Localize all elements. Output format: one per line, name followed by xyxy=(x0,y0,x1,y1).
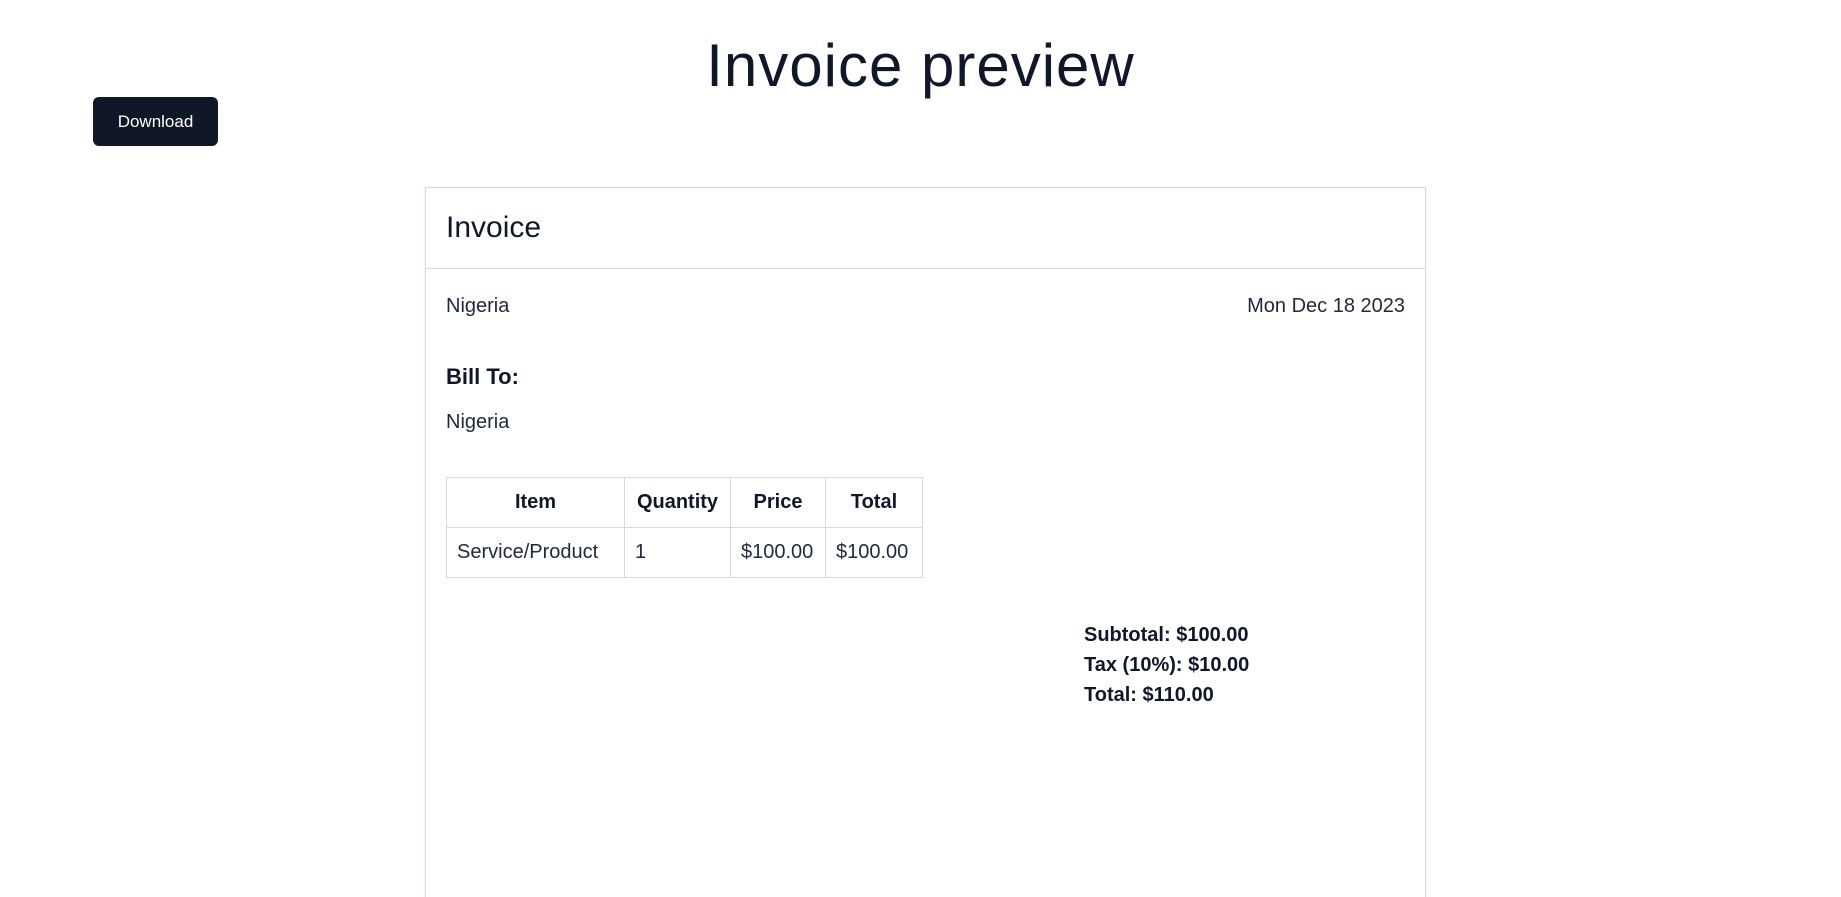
cell-quantity: 1 xyxy=(624,527,731,578)
cell-price: $100.00 xyxy=(730,527,826,578)
subtotal-line: Subtotal: $100.00 xyxy=(1084,624,1249,646)
table-row: Service/Product 1 $100.00 $100.00 xyxy=(446,527,923,578)
total-line: Total: $110.00 xyxy=(1084,684,1214,706)
table-header-row: Item Quantity Price Total xyxy=(446,477,923,528)
invoice-card: Invoice Nigeria Mon Dec 18 2023 Bill To:… xyxy=(425,187,1426,897)
tax-line: Tax (10%): $10.00 xyxy=(1084,654,1250,676)
totals-summary: Subtotal: $100.00 Tax (10%): $10.00 Tota… xyxy=(1084,620,1249,710)
column-header-price: Price xyxy=(730,477,826,528)
invoice-header: Invoice xyxy=(426,188,1425,269)
invoice-preview-page: Invoice preview Download Invoice Nigeria… xyxy=(0,0,1841,897)
download-button[interactable]: Download xyxy=(93,97,218,146)
invoice-meta-row: Nigeria Mon Dec 18 2023 xyxy=(446,295,1405,318)
column-header-quantity: Quantity xyxy=(624,477,731,528)
bill-to-heading: Bill To: xyxy=(446,364,519,389)
cell-item: Service/Product xyxy=(446,527,625,578)
column-header-item: Item xyxy=(446,477,625,528)
column-header-total: Total xyxy=(825,477,923,528)
invoice-title: Invoice xyxy=(446,211,542,244)
items-table: Item Quantity Price Total Service/Produc… xyxy=(446,477,923,578)
bill-to-location: Nigeria xyxy=(446,411,510,433)
cell-total: $100.00 xyxy=(825,527,923,578)
page-title: Invoice preview xyxy=(706,32,1135,99)
invoice-date: Mon Dec 18 2023 xyxy=(1247,295,1405,317)
sender-location: Nigeria xyxy=(446,295,510,317)
